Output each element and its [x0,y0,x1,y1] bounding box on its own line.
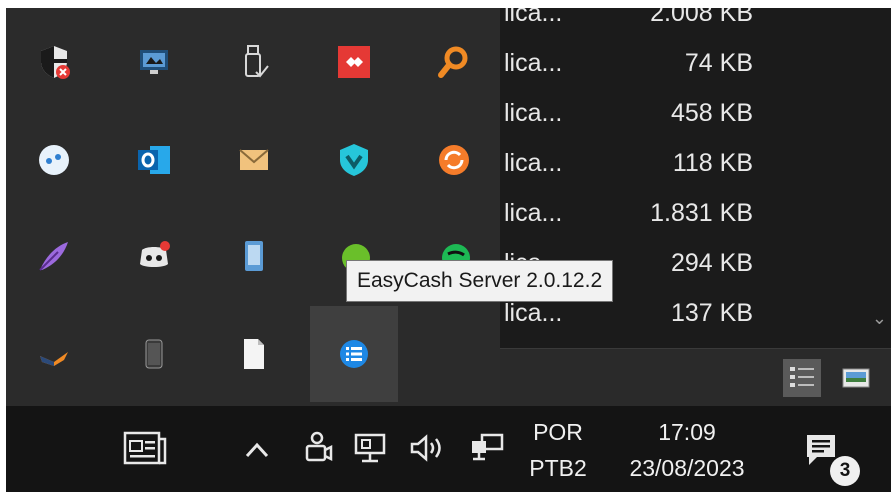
file-size: 118 KB [672,149,753,177]
file-row[interactable]: lica... 74 KB [500,40,891,90]
quill-feather-icon[interactable] [10,208,98,304]
file-name: lica... [504,8,563,27]
clock-date: 23/08/2023 [629,455,745,481]
defender-shield-icon[interactable] [10,14,98,110]
meet-now-button[interactable] [300,426,336,470]
news-widget-icon [123,431,167,465]
search-magnifier-icon[interactable] [410,14,498,110]
input-language-button[interactable]: POR PTB2 [526,414,590,486]
file-row[interactable]: lica... 118 KB [500,140,891,190]
file-size: 74 KB [684,49,753,77]
file-size: 2.008 KB [650,8,753,27]
news-widget-button[interactable] [120,426,170,470]
chevron-up-icon [245,442,269,458]
file-row[interactable]: lica... 2.008 KB [500,8,891,40]
file-size: 294 KB [670,249,753,277]
file-name: lica... [504,199,563,227]
file-size: 1.831 KB [650,199,753,227]
file-size: 458 KB [670,99,753,127]
device-status-button[interactable] [466,426,508,470]
file-name: lica... [504,99,563,127]
large-icons-view-icon [842,368,870,388]
vpn-icon[interactable] [310,112,398,208]
scroll-down-chevron-icon[interactable]: ⌄ [872,308,887,329]
volume-button[interactable] [406,426,450,470]
network-wired-icon [354,433,386,463]
details-view-button[interactable] [783,359,821,397]
tray-tooltip: EasyCash Server 2.0.12.2 [346,260,614,302]
document-icon[interactable] [210,306,298,402]
screen: lica... 2.008 KB lica... 74 KB lica... 4… [6,8,891,492]
file-size: 137 KB [670,299,753,327]
outlook-icon[interactable] [110,112,198,208]
tablet-device-icon[interactable] [210,208,298,304]
pen-tool-icon[interactable] [10,306,98,402]
webcam-icon [305,431,333,462]
large-icons-view-button[interactable] [837,359,875,397]
file-name: lica... [504,299,563,327]
file-row[interactable]: lica... 1.831 KB [500,190,891,240]
file-name: lica... [504,149,563,177]
language-code: POR [533,419,583,445]
sync-icon[interactable] [410,112,498,208]
keyboard-layout: PTB2 [529,455,587,481]
clock-time: 17:09 [658,419,716,445]
file-name: lica... [504,49,563,77]
file-row[interactable]: lica... 458 KB [500,90,891,140]
speaker-device-icon[interactable] [110,306,198,402]
details-view-icon [790,367,814,387]
speaker-volume-icon [410,434,441,462]
monitor-device-icon [472,433,504,461]
notification-count-badge: 3 [830,456,860,486]
network-button[interactable] [350,426,390,470]
show-hidden-icons-button[interactable] [240,430,274,470]
easycash-server-icon[interactable] [310,306,398,402]
monitor-app-icon[interactable] [110,14,198,110]
clock-button[interactable]: 17:09 23/08/2023 [612,414,762,486]
taskbar: POR PTB2 17:09 23/08/2023 3 [6,406,891,492]
discord-icon[interactable] [110,208,198,304]
anydesk-icon[interactable] [310,14,398,110]
usb-eject-icon[interactable] [210,14,298,110]
explorer-status-bar [500,348,891,407]
mail-envelope-icon[interactable] [210,112,298,208]
tray-overflow-flyout [6,8,500,406]
chat-bubble-icon[interactable] [10,112,98,208]
